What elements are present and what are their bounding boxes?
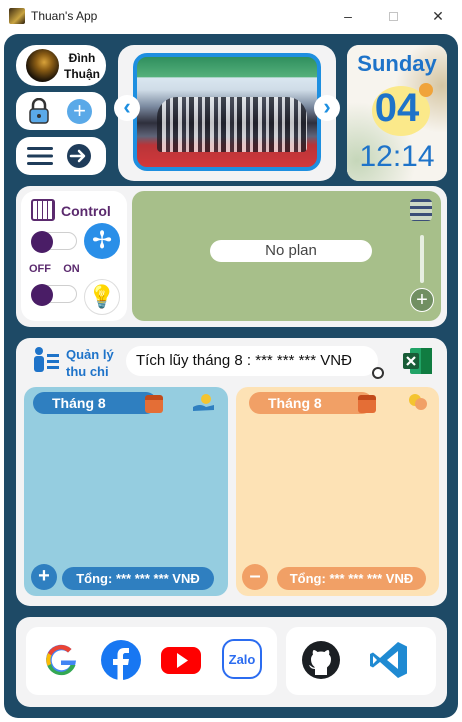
calendar-icon[interactable] (358, 395, 376, 413)
eye-icon[interactable] (372, 367, 384, 379)
facebook-icon[interactable] (100, 639, 142, 681)
add-expense-button[interactable]: – (242, 564, 268, 590)
off-on-labels: OFF ON (29, 263, 80, 275)
finance-manager-icon (34, 347, 59, 372)
lock-card: + (16, 92, 106, 130)
control-card: Control ✢ OFF ON 💡 (21, 191, 127, 321)
maximize-icon (388, 12, 398, 21)
user-name: Đình Thuận (60, 50, 104, 82)
window-title: Thuan's App (31, 9, 98, 23)
youtube-icon[interactable] (160, 639, 202, 681)
plan-scrollbar[interactable] (420, 235, 424, 283)
add-icon[interactable]: + (67, 99, 92, 124)
social-links-card: Zalo (26, 627, 277, 695)
fan-icon[interactable]: ✢ (84, 223, 120, 259)
day-name: Sunday (357, 51, 437, 76)
clock-time: 12:14 (359, 140, 435, 173)
checklist-icon[interactable] (410, 199, 432, 221)
slideshow-photo (133, 53, 321, 171)
expense-total: Tổng: *** *** *** VNĐ (277, 567, 426, 590)
user-card[interactable]: Đình Thuận (16, 45, 106, 86)
lightbulb-icon[interactable]: 💡 (84, 279, 120, 315)
photo-people (157, 97, 307, 152)
minimize-button[interactable]: – (338, 6, 358, 26)
plan-card: No plan + (132, 191, 441, 321)
login-arrow-icon[interactable] (65, 143, 93, 169)
finance-title: Quản lý thu chi (66, 346, 114, 380)
expense-card: Tháng 8 – Tổng: *** *** *** VNĐ (236, 387, 439, 596)
light-toggle[interactable] (31, 284, 77, 306)
income-hand-coin-icon (193, 394, 214, 411)
income-month: Tháng 8 (33, 392, 157, 414)
user-name-line1: Đình (68, 51, 96, 65)
accumulated-total: Tích lũy tháng 8 : *** *** *** VNĐ (126, 346, 378, 376)
expense-month: Tháng 8 (249, 392, 373, 414)
finance-title-line2: thu chi (66, 364, 109, 379)
hamburger-menu-icon[interactable] (27, 146, 53, 166)
google-icon[interactable] (40, 639, 82, 681)
prev-photo-button[interactable]: ‹ (114, 95, 140, 121)
title-bar: Thuan's App – ✕ (0, 0, 462, 32)
vscode-icon[interactable] (368, 639, 410, 681)
date-card: Sunday 04 12:14 (347, 45, 447, 181)
expense-coins-icon (409, 394, 427, 410)
control-settings-icon (31, 199, 55, 221)
lock-icon[interactable] (28, 98, 50, 124)
close-button[interactable]: ✕ (428, 6, 448, 26)
next-photo-button[interactable]: › (314, 95, 340, 121)
app-icon (9, 8, 25, 24)
finance-title-line1: Quản lý (66, 347, 114, 362)
income-total: Tổng: *** *** *** VNĐ (62, 567, 214, 590)
income-card: Tháng 8 + Tổng: *** *** *** VNĐ (24, 387, 228, 596)
dev-links-card (286, 627, 436, 695)
user-name-line2: Thuận (64, 67, 100, 81)
avatar (26, 49, 59, 82)
zalo-label: Zalo (228, 652, 256, 667)
control-title: Control (61, 203, 111, 219)
on-label: ON (63, 263, 80, 275)
photo-slideshow: ‹ › (114, 45, 340, 181)
github-icon[interactable] (300, 639, 342, 681)
no-plan-label: No plan (210, 240, 372, 262)
menu-card (16, 137, 106, 175)
calendar-icon[interactable] (145, 395, 163, 413)
add-plan-button[interactable]: + (410, 288, 434, 312)
maximize-button[interactable] (383, 6, 403, 26)
zalo-icon[interactable]: Zalo (222, 639, 262, 679)
off-label: OFF (29, 263, 51, 275)
excel-icon[interactable] (402, 346, 434, 376)
sun-decoration-icon (419, 83, 433, 97)
add-income-button[interactable]: + (31, 564, 57, 590)
fan-toggle[interactable] (31, 231, 77, 253)
